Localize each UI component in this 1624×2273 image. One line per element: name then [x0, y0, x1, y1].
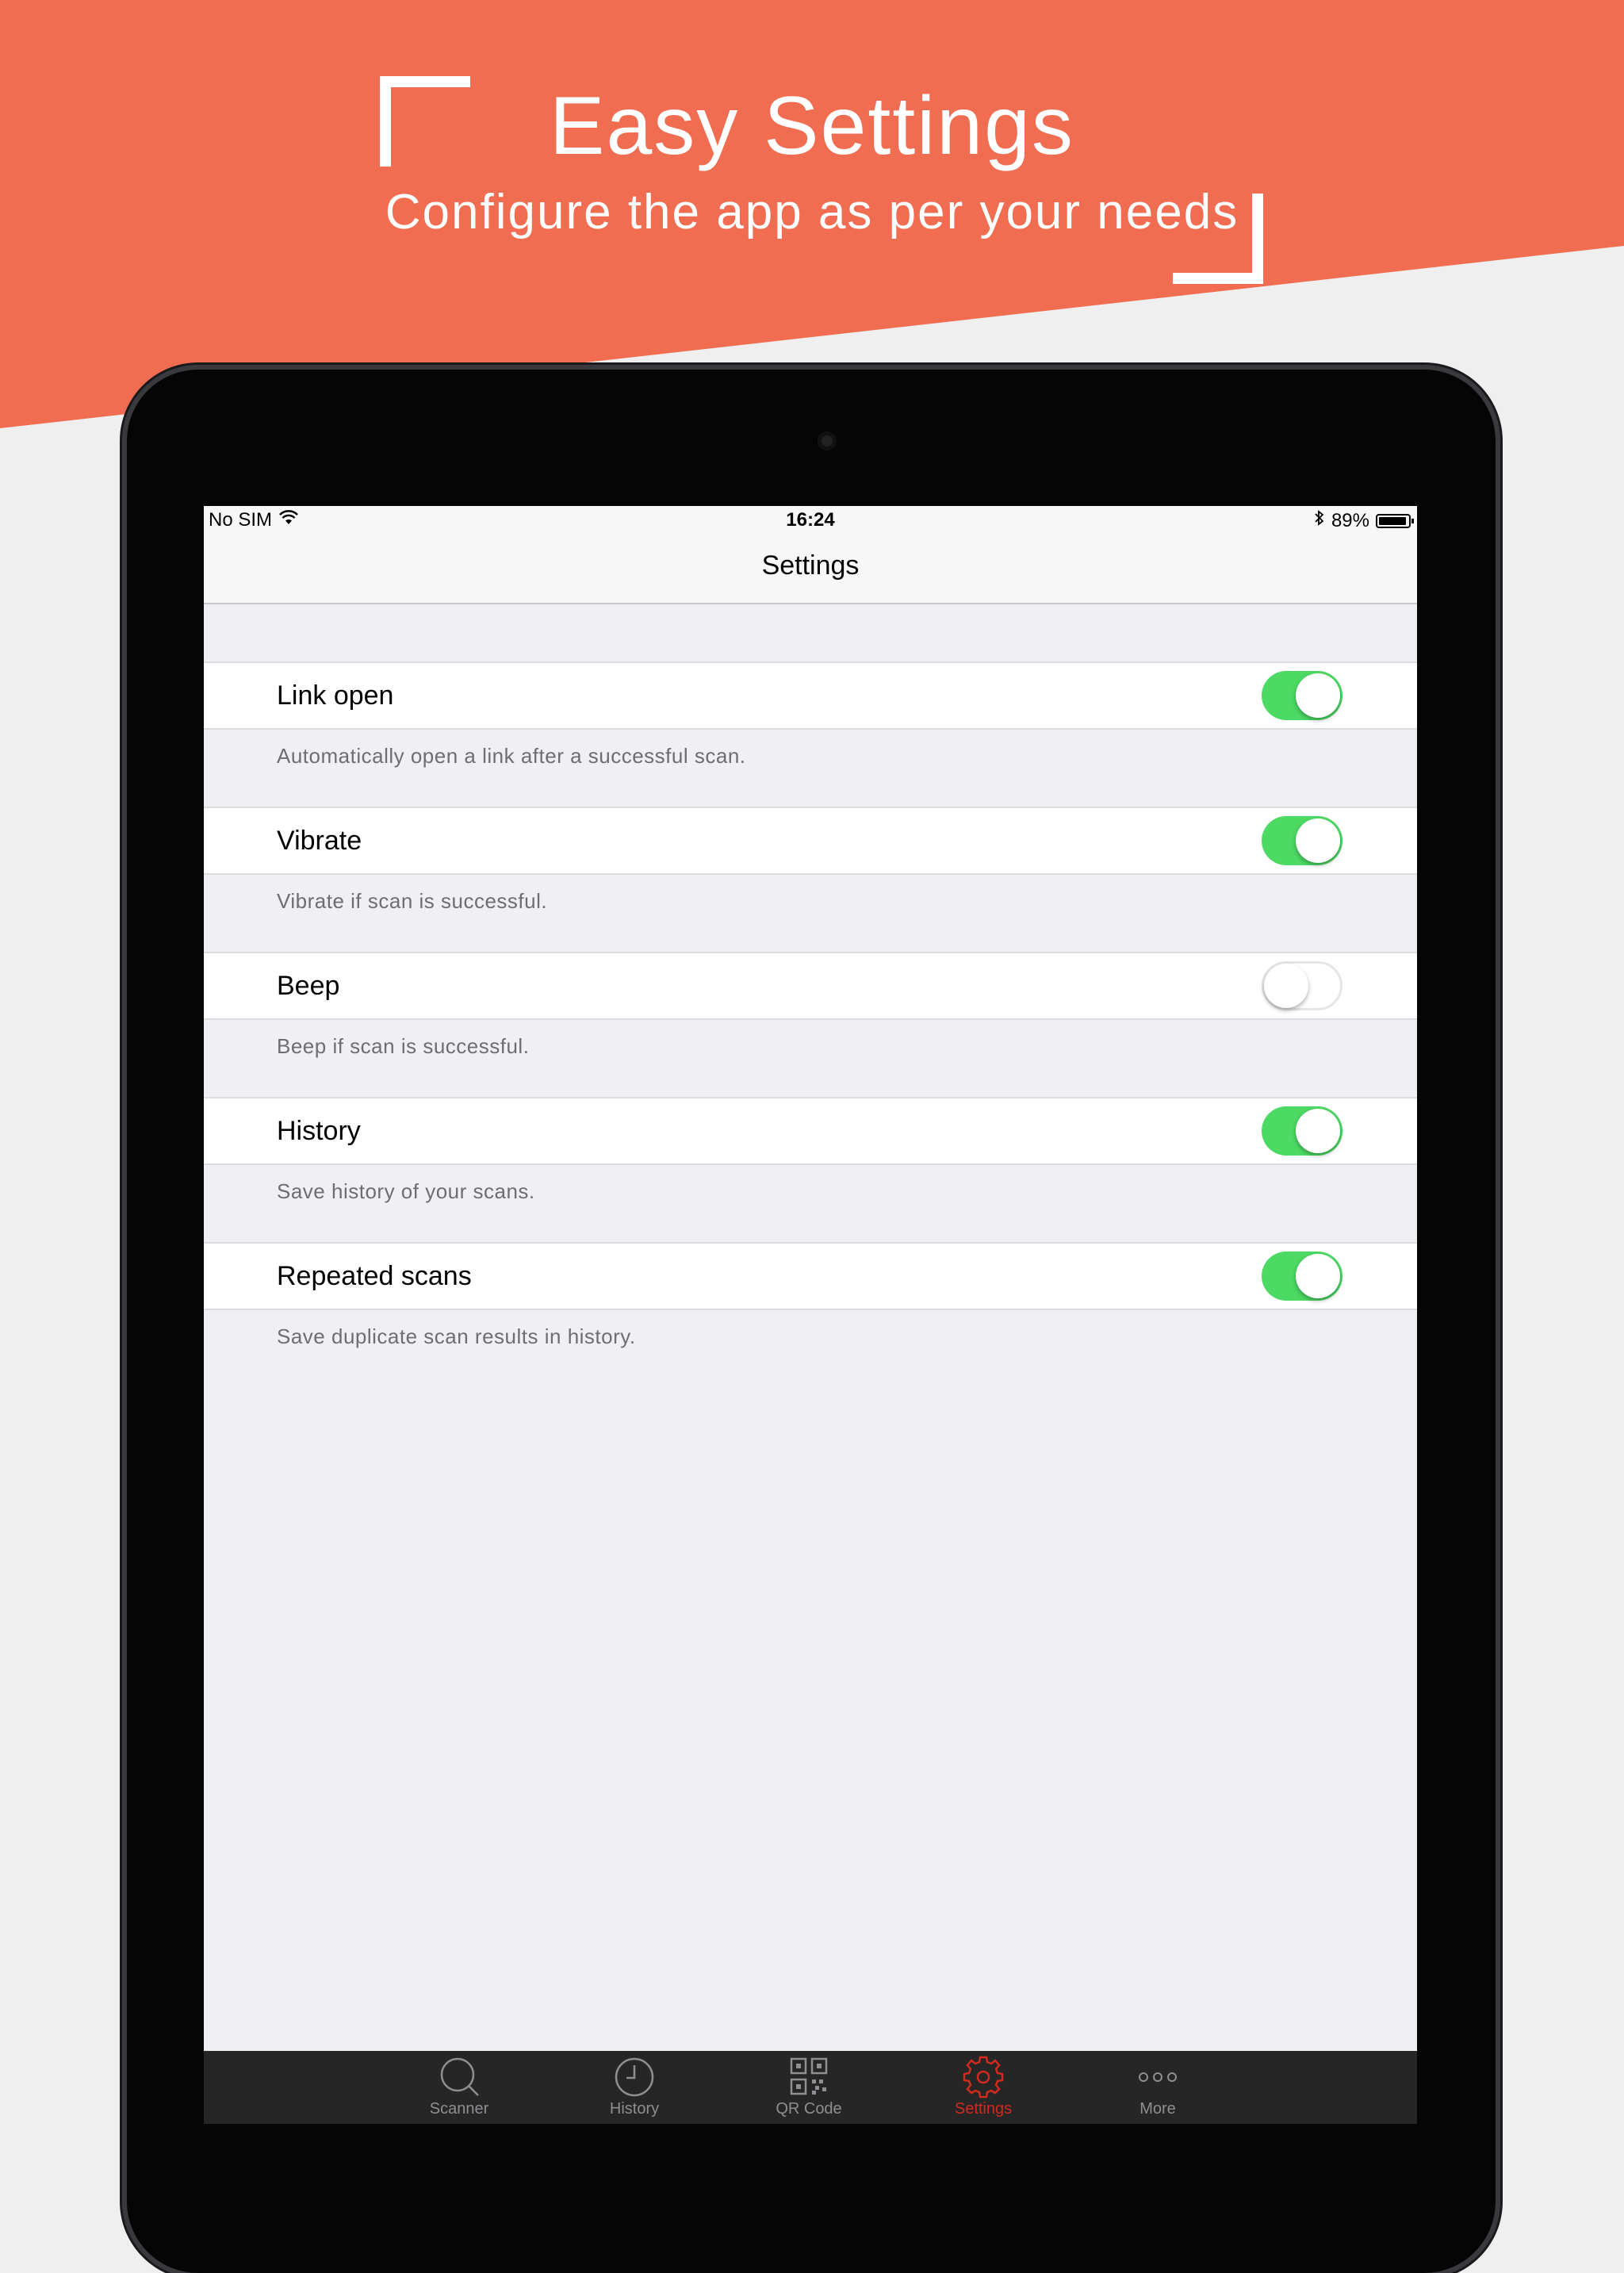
settings-footer: Automatically open a link after a succes…	[204, 730, 1417, 807]
settings-row-link-open: Link open	[204, 661, 1417, 730]
status-bar: No SIM 16:24 89%	[204, 506, 1417, 533]
history-toggle[interactable]	[1262, 1106, 1342, 1156]
page-title: Settings	[761, 550, 860, 581]
more-icon	[1102, 2056, 1213, 2099]
qr-code-icon	[753, 2056, 864, 2099]
settings-footer: Beep if scan is successful.	[204, 1020, 1417, 1097]
repeated-scans-toggle[interactable]	[1262, 1251, 1342, 1301]
camera-icon	[818, 431, 837, 450]
settings-list: Link open Automatically open a link afte…	[204, 661, 1417, 1387]
setting-label: Link open	[277, 680, 394, 711]
tab-scanner[interactable]: Scanner	[404, 2051, 515, 2124]
setting-description: Automatically open a link after a succes…	[277, 744, 746, 768]
search-icon	[404, 2056, 515, 2099]
tab-label: Settings	[954, 2100, 1013, 2118]
tab-history[interactable]: History	[579, 2051, 690, 2124]
tab-more[interactable]: More	[1102, 2051, 1213, 2124]
battery-icon	[1376, 513, 1414, 528]
setting-label: Beep	[277, 971, 340, 1001]
link-open-toggle[interactable]	[1262, 671, 1342, 720]
tab-label: QR Code	[776, 2100, 842, 2118]
beep-toggle[interactable]	[1262, 961, 1342, 1010]
settings-row-repeated-scans: Repeated scans	[204, 1242, 1417, 1310]
settings-row-beep: Beep	[204, 952, 1417, 1020]
tab-settings[interactable]: Settings	[928, 2051, 1039, 2124]
setting-label: Repeated scans	[277, 1261, 472, 1291]
clock-icon	[579, 2056, 690, 2099]
setting-label: Vibrate	[277, 826, 362, 856]
app-screen: No SIM 16:24 89% Settings Link open Auto…	[204, 506, 1417, 2124]
promo-title: Easy Settings	[550, 80, 1074, 172]
settings-row-history: History	[204, 1097, 1417, 1165]
gear-icon	[928, 2056, 1039, 2099]
battery-percent: 89%	[1331, 509, 1369, 531]
setting-description: Vibrate if scan is successful.	[277, 889, 548, 913]
tab-bar: Scanner History QR Code Settings More	[204, 2051, 1417, 2124]
promo-subtitle: Configure the app as per your needs	[385, 185, 1239, 240]
status-time: 16:24	[786, 509, 835, 531]
settings-footer: Save history of your scans.	[204, 1165, 1417, 1242]
vibrate-toggle[interactable]	[1262, 816, 1342, 865]
setting-label: History	[277, 1116, 361, 1146]
bluetooth-icon	[1314, 509, 1325, 532]
tab-label: More	[1139, 2100, 1176, 2118]
navigation-bar: Settings	[204, 533, 1417, 604]
tab-qr-code[interactable]: QR Code	[753, 2051, 864, 2124]
settings-row-vibrate: Vibrate	[204, 807, 1417, 875]
tab-label: Scanner	[429, 2100, 489, 2118]
settings-footer: Save duplicate scan results in history.	[204, 1310, 1417, 1387]
setting-description: Save history of your scans.	[277, 1179, 535, 1203]
setting-description: Beep if scan is successful.	[277, 1034, 530, 1058]
settings-footer: Vibrate if scan is successful.	[204, 875, 1417, 952]
setting-description: Save duplicate scan results in history.	[277, 1324, 636, 1348]
tab-label: History	[609, 2100, 660, 2118]
